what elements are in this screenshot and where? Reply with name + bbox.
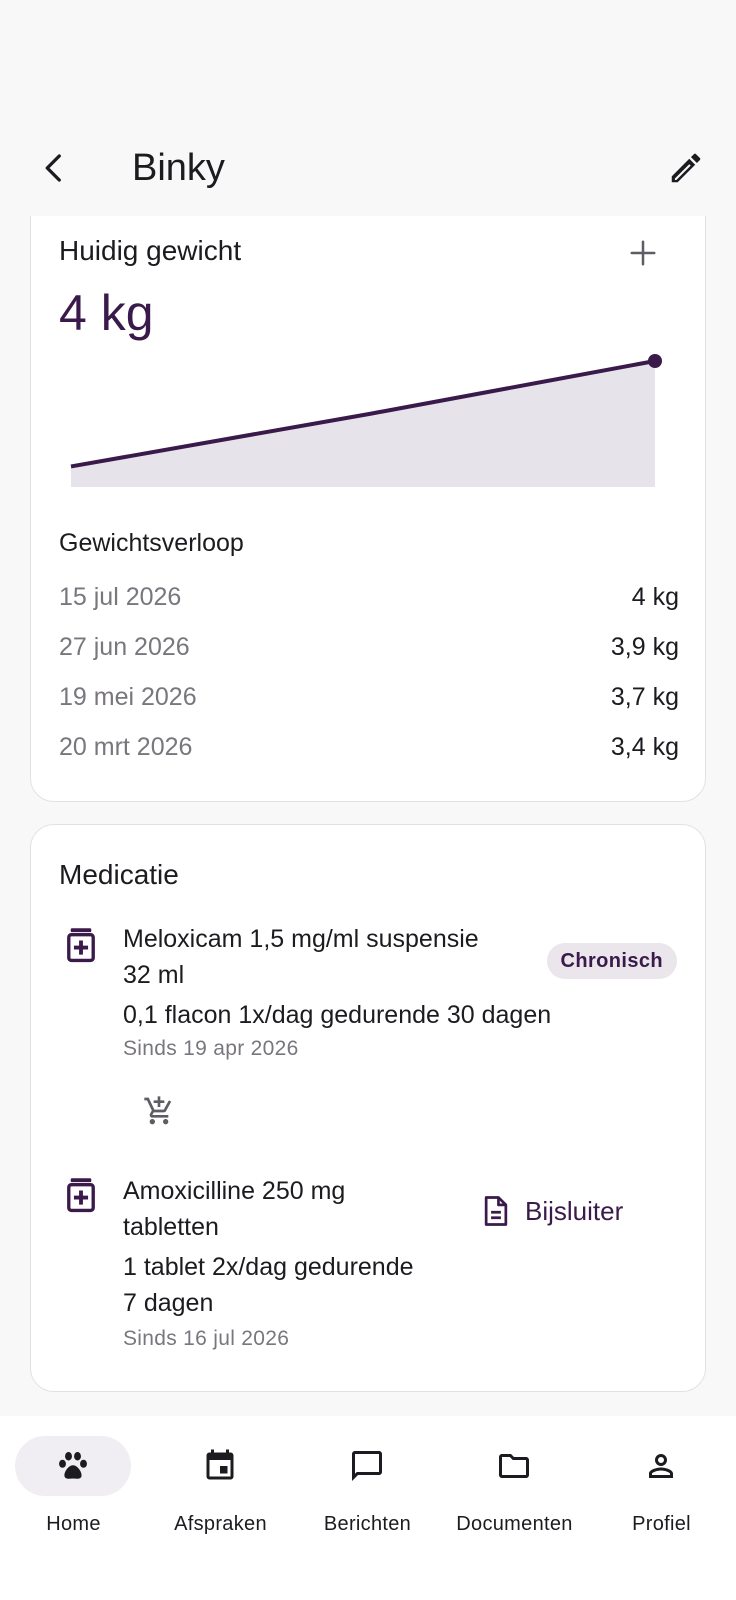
nav-documents[interactable]: Documenten <box>441 1430 588 1550</box>
reorder-button[interactable] <box>135 1087 183 1135</box>
person-icon <box>649 1454 673 1478</box>
weight-card: Huidig gewicht 4 kg Gewichtsverloop 15 j… <box>30 216 706 802</box>
weight-history-date: 19 mei 2026 <box>59 682 197 711</box>
content-scroll[interactable]: Huidig gewicht 4 kg Gewichtsverloop 15 j… <box>0 216 736 1416</box>
medication-name-continued: 32 ml <box>123 961 185 989</box>
weight-history-row: 27 jun 2026 3,9 kg <box>59 629 679 665</box>
medication-since: Sinds 19 apr 2026 <box>123 1037 299 1060</box>
add-shopping-cart-icon <box>144 1096 172 1125</box>
add-weight-button[interactable] <box>619 229 667 277</box>
medication-bottle-icon <box>67 1178 95 1213</box>
nav-profile-label: Profiel <box>632 1513 691 1535</box>
medication-heading: Medicatie <box>59 859 179 890</box>
nav-icon-wrapper <box>603 1436 719 1496</box>
medication-since: Sinds 16 jul 2026 <box>123 1327 290 1350</box>
nav-home-label: Home <box>46 1513 101 1535</box>
message-icon <box>352 1451 382 1481</box>
weight-point-latest <box>648 354 662 368</box>
pencil-icon <box>671 153 701 183</box>
plus-icon <box>630 240 656 266</box>
medication-bottle-icon <box>67 928 95 963</box>
medication-dosage: 0,1 flacon 1x/dag gedurende 30 dagen <box>123 1001 552 1029</box>
back-button[interactable] <box>28 142 80 194</box>
medication-name: Amoxicilline 250 mg <box>123 1177 346 1205</box>
medication-name-continued: tabletten <box>123 1213 219 1241</box>
weight-history-row: 15 jul 2026 4 kg <box>59 579 679 615</box>
nav-appointments[interactable]: Afspraken <box>147 1430 294 1550</box>
medication-dosage-continued: 7 dagen <box>123 1289 214 1317</box>
folder-icon <box>499 1454 529 1478</box>
weight-heading: Huidig gewicht <box>59 235 242 266</box>
package-leaflet-label: Bijsluiter <box>525 1195 624 1226</box>
weight-history-date: 20 mrt 2026 <box>59 732 193 761</box>
nav-icon-wrapper <box>162 1436 278 1496</box>
nav-messages[interactable]: Berichten <box>294 1430 441 1550</box>
medication-name: Meloxicam 1,5 mg/ml suspensie <box>123 925 479 953</box>
top-app-bar: Binky <box>0 120 736 216</box>
nav-profile[interactable]: Profiel <box>588 1430 735 1550</box>
weight-history-value: 4 kg <box>631 582 679 611</box>
document-icon <box>484 1196 508 1226</box>
weight-history-value: 3,7 kg <box>610 682 679 711</box>
calendar-icon <box>206 1449 234 1480</box>
nav-icon-wrapper <box>309 1436 425 1496</box>
nav-documents-label: Documenten <box>456 1513 573 1535</box>
weight-history-value: 3,9 kg <box>610 632 679 661</box>
weight-history-date: 27 jun 2026 <box>59 632 190 661</box>
weight-history-value: 3,4 kg <box>610 732 679 761</box>
package-leaflet-button[interactable]: Bijsluiter <box>481 1187 623 1235</box>
weight-area <box>71 361 655 487</box>
nav-home[interactable]: Home <box>0 1430 147 1550</box>
nav-appointments-label: Afspraken <box>174 1513 267 1535</box>
weight-history-heading: Gewichtsverloop <box>59 529 244 557</box>
nav-messages-label: Berichten <box>323 1513 412 1535</box>
pet-detail-screen: Binky Huidig gewicht 4 kg Gewichtsverloo… <box>0 0 736 1600</box>
weight-history-date: 15 jul 2026 <box>59 582 182 611</box>
page-title: Binky <box>132 147 225 189</box>
current-weight: 4 kg <box>59 285 154 341</box>
weight-chart <box>70 354 662 487</box>
weight-history-row: 20 mrt 2026 3,4 kg <box>59 729 679 765</box>
chevron-left-icon <box>45 154 61 182</box>
chronic-badge: Chronisch <box>546 943 677 979</box>
bottom-navigation: Home Afspraken Berichten Documenten Prof… <box>0 1416 736 1600</box>
paw-icon <box>59 1452 87 1479</box>
nav-active-indicator <box>15 1436 131 1496</box>
nav-icon-wrapper <box>456 1436 572 1496</box>
edit-button[interactable] <box>658 140 714 196</box>
medication-card: Medicatie Meloxicam 1,5 mg/ml suspensie … <box>30 824 706 1392</box>
weight-history-row: 19 mei 2026 3,7 kg <box>59 679 679 715</box>
medication-dosage: 1 tablet 2x/dag gedurende <box>123 1253 414 1281</box>
